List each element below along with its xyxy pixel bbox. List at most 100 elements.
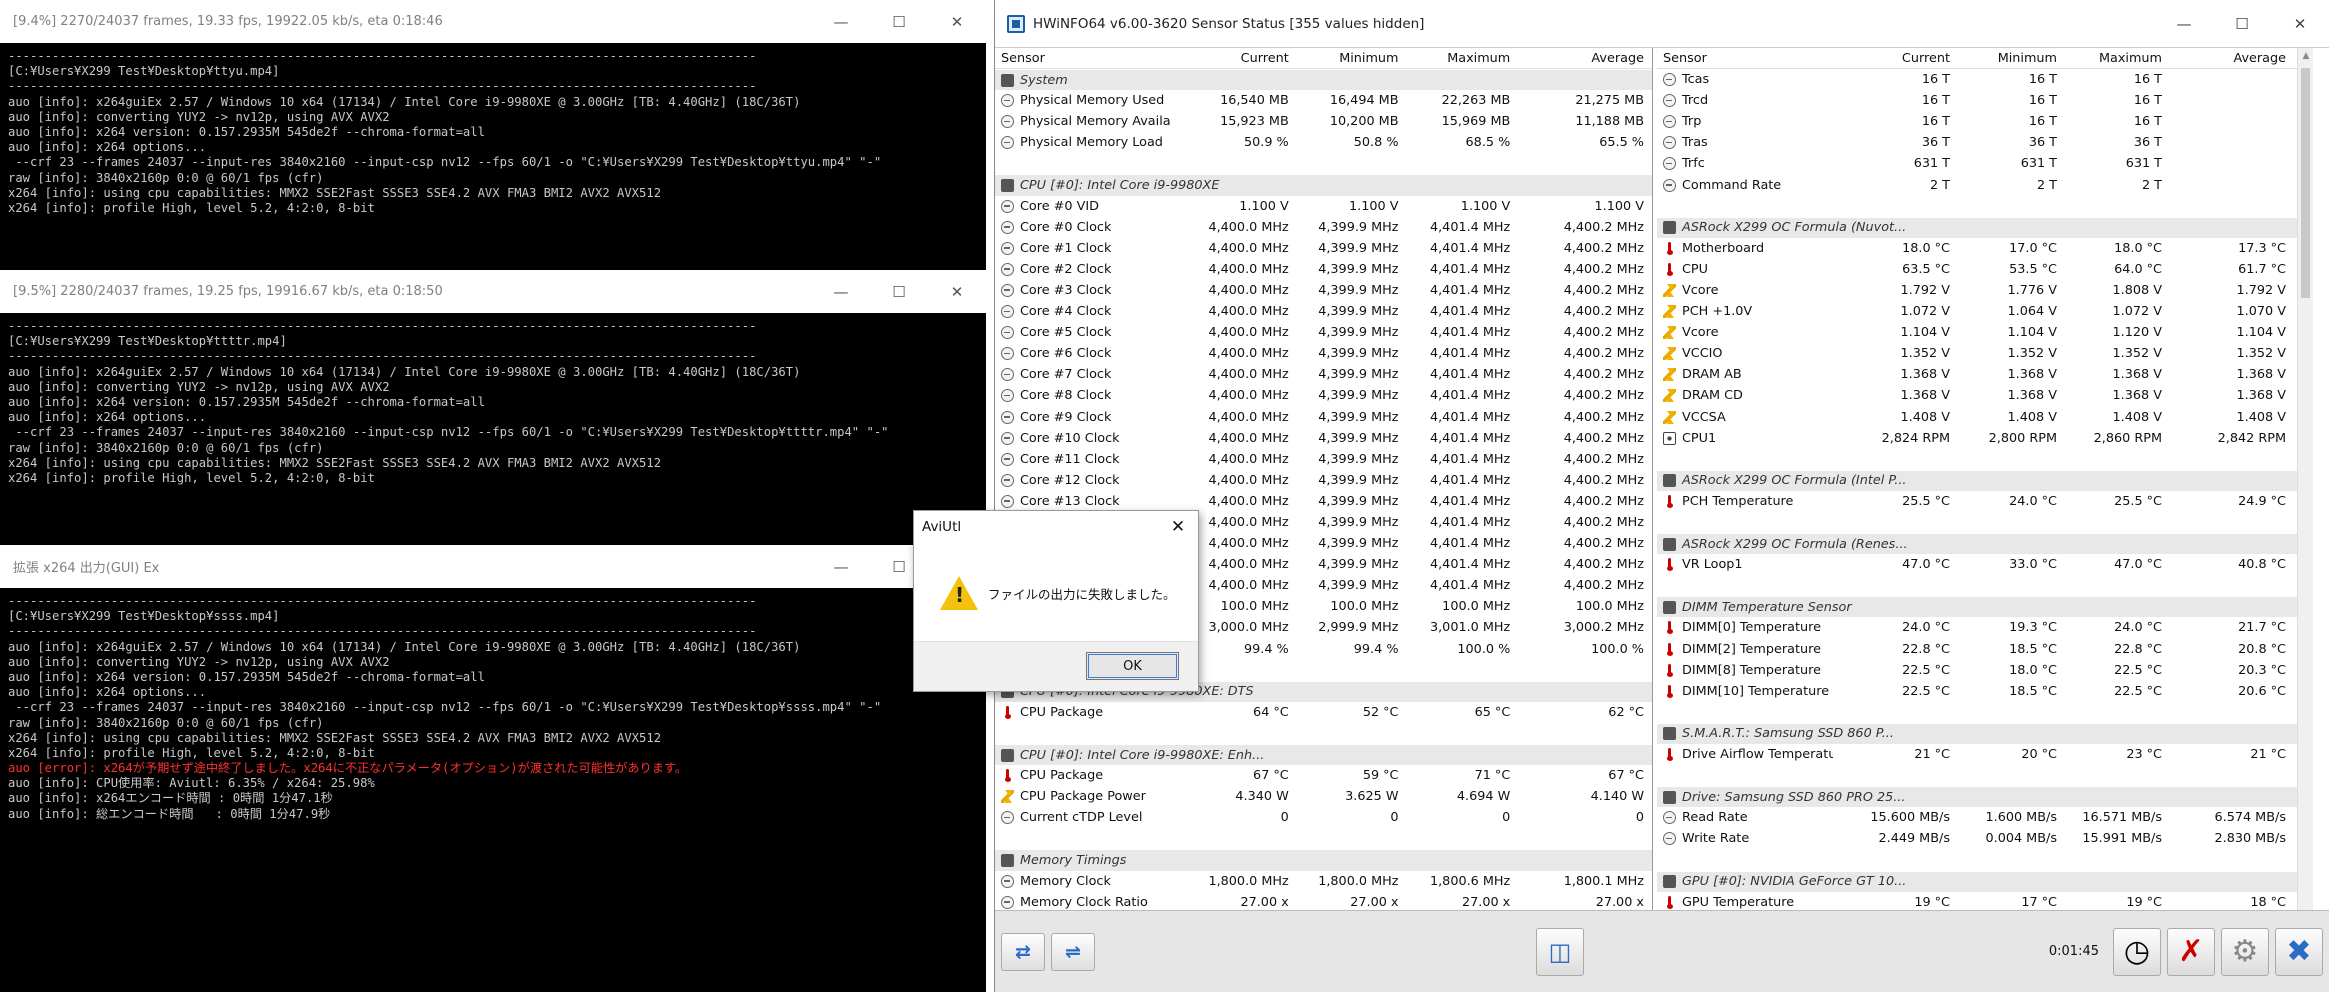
sensor-group-header[interactable]: ASRock X299 OC Formula (Intel P... bbox=[1657, 469, 2313, 491]
sensor-row[interactable]: Core #3 Clock 4,400.0 MHz 4,399.9 MHz 4,401… bbox=[995, 280, 1652, 301]
column-header-minimum[interactable]: Minimum bbox=[1297, 51, 1407, 66]
sensor-row[interactable]: Tras 36 T 36 T 36 T bbox=[1657, 132, 2313, 153]
scroll-up-icon[interactable]: ▲ bbox=[2301, 51, 2311, 61]
x264-console-window-ssss[interactable]: 拡張 x264 出力(GUI) Ex — ☐ ✕ ---------------… bbox=[0, 545, 986, 992]
sensor-row[interactable]: DRAM AB 1.368 V 1.368 V 1.368 V 1.368 V bbox=[1657, 364, 2313, 385]
sensor-table-left[interactable]: Sensor Current Minimum Maximum Average System… bbox=[995, 48, 1653, 910]
maximize-button[interactable]: ☐ bbox=[2213, 0, 2271, 48]
sensor-row[interactable]: Physical Memory Used 16,540 MB 16,494 MB 22… bbox=[995, 90, 1652, 111]
column-header-current[interactable]: Current bbox=[1171, 51, 1297, 66]
minimize-button[interactable]: — bbox=[812, 0, 870, 43]
sensor-group-header[interactable]: Memory Timings bbox=[995, 849, 1652, 871]
sensor-row[interactable]: Core #9 Clock 4,400.0 MHz 4,399.9 MHz 4,401… bbox=[995, 407, 1652, 428]
sensor-row[interactable]: Trfc 631 T 631 T 631 T bbox=[1657, 153, 2313, 174]
sensor-row[interactable]: Core #8 Clock 4,400.0 MHz 4,399.9 MHz 4,401… bbox=[995, 385, 1652, 406]
sensor-row[interactable]: Memory Clock 1,800.0 MHz 1,800.0 MHz 1,800.… bbox=[995, 871, 1652, 892]
minimize-button[interactable]: — bbox=[812, 270, 870, 313]
console-titlebar[interactable]: 拡張 x264 出力(GUI) Ex — ☐ ✕ bbox=[0, 545, 986, 588]
sensor-row[interactable]: Core #13 Clock 4,400.0 MHz 4,399.9 MHz 4,40… bbox=[995, 491, 1652, 512]
sensor-row[interactable]: Tcas 16 T 16 T 16 T bbox=[1657, 69, 2313, 90]
sensor-row[interactable]: CPU1 2,824 RPM 2,800 RPM 2,860 RPM 2,842 RPM bbox=[1657, 428, 2313, 449]
dialog-close-button[interactable]: ✕ bbox=[1158, 517, 1198, 537]
sensor-row[interactable]: CPU Package Power 4.340 W 3.625 W 4.694 W 4.… bbox=[995, 786, 1652, 807]
sensor-row[interactable]: Core #11 Clock 4,400.0 MHz 4,399.9 MHz 4,40… bbox=[995, 449, 1652, 470]
minimize-button[interactable]: — bbox=[2155, 0, 2213, 48]
close-button[interactable]: ✕ bbox=[928, 270, 986, 313]
reset-button[interactable]: ✗ bbox=[2167, 927, 2215, 976]
sensor-row[interactable]: Trcd 16 T 16 T 16 T bbox=[1657, 90, 2313, 111]
sensor-table-right[interactable]: Sensor Current Minimum Maximum Average ▲ Tca… bbox=[1657, 48, 2313, 910]
sensor-row[interactable]: Motherboard 18.0 °C 17.0 °C 18.0 °C 17.3 °C bbox=[1657, 238, 2313, 259]
sensor-row[interactable]: Core #10 Clock 4,400.0 MHz 4,399.9 MHz 4,40… bbox=[995, 428, 1652, 449]
clock-button[interactable]: ◷ bbox=[2113, 927, 2161, 976]
hwinfo-titlebar[interactable]: HWiNFO64 v6.00-3620 Sensor Status [355 v… bbox=[995, 0, 2329, 48]
sensor-group-header[interactable]: Drive: Samsung SSD 860 PRO 25... bbox=[1657, 786, 2313, 808]
sensor-row[interactable]: CPU Package 64 °C 52 °C 65 °C 62 °C bbox=[995, 702, 1652, 723]
sensor-row[interactable]: Physical Memory Available 15,923 MB 10,200… bbox=[995, 111, 1652, 132]
sensor-row[interactable]: Core #6 Clock 4,400.0 MHz 4,399.9 MHz 4,401… bbox=[995, 343, 1652, 364]
sensor-row[interactable]: Core #1 Clock 4,400.0 MHz 4,399.9 MHz 4,401… bbox=[995, 238, 1652, 259]
ok-button[interactable]: OK bbox=[1086, 652, 1179, 680]
scrollbar-thumb[interactable] bbox=[2301, 68, 2310, 298]
sensor-row[interactable]: DIMM[2] Temperature 22.8 °C 18.5 °C 22.8 °C… bbox=[1657, 639, 2313, 660]
column-header-current[interactable]: Current bbox=[1833, 51, 1958, 66]
sensor-row[interactable]: Core #0 VID 1.100 V 1.100 V 1.100 V 1.100 V bbox=[995, 196, 1652, 217]
sensor-row[interactable]: Write Rate 2.449 MB/s 0.004 MB/s 15.991 MB/… bbox=[1657, 828, 2313, 849]
sensor-group-header[interactable]: DIMM Temperature Sensor bbox=[1657, 596, 2313, 618]
sensor-group-header[interactable]: System bbox=[995, 69, 1652, 91]
dialog-titlebar[interactable]: AviUtl ✕ bbox=[914, 511, 1198, 543]
sensor-row[interactable]: Core #0 Clock 4,400.0 MHz 4,399.9 MHz 4,401… bbox=[995, 217, 1652, 238]
sensor-row[interactable]: Vcore 1.792 V 1.776 V 1.808 V 1.792 V bbox=[1657, 280, 2313, 301]
network-button[interactable]: ◫ bbox=[1535, 927, 1584, 976]
close-button[interactable]: ✕ bbox=[2271, 0, 2329, 48]
navigate-forward-button[interactable]: ⇌ bbox=[1051, 932, 1095, 971]
column-header-average[interactable]: Average bbox=[1518, 51, 1652, 66]
sensor-group-header[interactable]: S.M.A.R.T.: Samsung SSD 860 P... bbox=[1657, 722, 2313, 744]
sensor-group-header[interactable]: ASRock X299 OC Formula (Renes... bbox=[1657, 533, 2313, 555]
column-header-maximum[interactable]: Maximum bbox=[1407, 51, 1519, 66]
sensor-group-header[interactable]: GPU [#0]: NVIDIA GeForce GT 10... bbox=[1657, 870, 2313, 892]
column-header-maximum[interactable]: Maximum bbox=[2065, 51, 2170, 66]
sensor-row[interactable]: Current cTDP Level 0 0 0 0 bbox=[995, 807, 1652, 828]
hwinfo-window[interactable]: HWiNFO64 v6.00-3620 Sensor Status [355 v… bbox=[994, 0, 2329, 992]
maximize-button[interactable]: ☐ bbox=[870, 0, 928, 43]
sensor-row[interactable]: DIMM[0] Temperature 24.0 °C 19.3 °C 24.0 °C… bbox=[1657, 617, 2313, 638]
column-header-average[interactable]: Average bbox=[2170, 51, 2294, 66]
sensor-row[interactable]: VCCSA 1.408 V 1.408 V 1.408 V 1.408 V bbox=[1657, 407, 2313, 428]
vertical-scrollbar[interactable]: ▲ bbox=[2297, 48, 2313, 910]
column-header-sensor[interactable]: Sensor bbox=[995, 51, 1171, 66]
sensor-row[interactable]: Read Rate 15.600 MB/s 1.600 MB/s 16.571 MB/… bbox=[1657, 807, 2313, 828]
sensor-row[interactable]: Vcore 1.104 V 1.104 V 1.120 V 1.104 V bbox=[1657, 322, 2313, 343]
sensor-row[interactable]: Drive Airflow Temperature 21 °C 20 °C 23 °C… bbox=[1657, 744, 2313, 765]
sensor-row[interactable]: VCCIO 1.352 V 1.352 V 1.352 V 1.352 V bbox=[1657, 343, 2313, 364]
sensor-row[interactable]: DIMM[10] Temperature 22.5 °C 18.5 °C 22.5 °… bbox=[1657, 681, 2313, 702]
sensor-row[interactable]: DRAM CD 1.368 V 1.368 V 1.368 V 1.368 V bbox=[1657, 385, 2313, 406]
sensor-row[interactable]: VR Loop1 47.0 °C 33.0 °C 47.0 °C 40.8 °C bbox=[1657, 554, 2313, 575]
exit-button[interactable]: ✖ bbox=[2275, 927, 2323, 976]
close-button[interactable]: ✕ bbox=[928, 0, 986, 43]
sensor-row[interactable]: Core #12 Clock 4,400.0 MHz 4,399.9 MHz 4,40… bbox=[995, 470, 1652, 491]
sensor-row[interactable]: Core #4 Clock 4,400.0 MHz 4,399.9 MHz 4,401… bbox=[995, 301, 1652, 322]
x264-console-window-ttttr[interactable]: [9.5%] 2280/24037 frames, 19.25 fps, 199… bbox=[0, 270, 986, 545]
sensor-row[interactable]: PCH +1.0V 1.072 V 1.064 V 1.072 V 1.070 V bbox=[1657, 301, 2313, 322]
sensor-row[interactable]: CPU 63.5 °C 53.5 °C 64.0 °C 61.7 °C bbox=[1657, 259, 2313, 280]
column-header-sensor[interactable]: Sensor bbox=[1657, 51, 1833, 66]
sensor-group-header[interactable]: CPU [#0]: Intel Core i9-9980XE bbox=[995, 174, 1652, 196]
console-titlebar[interactable]: [9.5%] 2280/24037 frames, 19.25 fps, 199… bbox=[0, 270, 986, 313]
navigate-back-button[interactable]: ⇄ bbox=[1001, 932, 1045, 971]
aviutl-error-dialog[interactable]: AviUtl ✕ ! ファイルの出力に失敗しました。 OK bbox=[913, 510, 1199, 692]
sensor-row[interactable]: CPU Package 67 °C 59 °C 71 °C 67 °C bbox=[995, 765, 1652, 786]
console-titlebar[interactable]: [9.4%] 2270/24037 frames, 19.33 fps, 199… bbox=[0, 0, 986, 43]
sensor-row[interactable]: Memory Clock Ratio 27.00 x 27.00 x 27.00 x 2… bbox=[995, 892, 1652, 910]
sensor-group-header[interactable]: CPU [#0]: Intel Core i9-9980XE: Enh... bbox=[995, 744, 1652, 766]
sensor-group-header[interactable]: ASRock X299 OC Formula (Nuvot... bbox=[1657, 216, 2313, 238]
column-header-minimum[interactable]: Minimum bbox=[1958, 51, 2065, 66]
sensor-row[interactable]: PCH Temperature 25.5 °C 24.0 °C 25.5 °C 24.9… bbox=[1657, 491, 2313, 512]
settings-button[interactable]: ⚙ bbox=[2221, 927, 2269, 976]
x264-console-window-ttyu[interactable]: [9.4%] 2270/24037 frames, 19.33 fps, 199… bbox=[0, 0, 986, 270]
sensor-row[interactable]: Physical Memory Load 50.9 % 50.8 % 68.5 % 65… bbox=[995, 132, 1652, 153]
sensor-row[interactable]: GPU Temperature 19 °C 17 °C 19 °C 18 °C bbox=[1657, 892, 2313, 910]
sensor-row[interactable]: Core #5 Clock 4,400.0 MHz 4,399.9 MHz 4,401… bbox=[995, 322, 1652, 343]
sensor-row[interactable]: Core #2 Clock 4,400.0 MHz 4,399.9 MHz 4,401… bbox=[995, 259, 1652, 280]
maximize-button[interactable]: ☐ bbox=[870, 270, 928, 313]
